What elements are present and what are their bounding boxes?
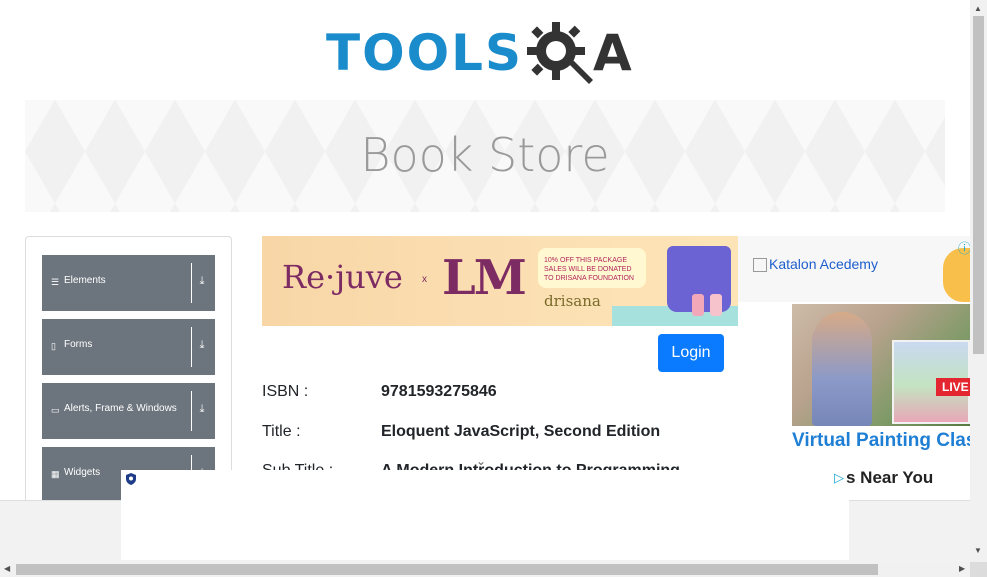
ad-brand: Re·juve (282, 258, 403, 296)
title-value: Eloquent JavaScript, Second Edition (381, 423, 661, 440)
sidebar-group-label: Alerts, Frame & Windows (64, 403, 177, 414)
painting-class-photo: LIVE (792, 304, 970, 426)
hamburger-icon: ☰ (51, 277, 60, 287)
ad-foundation: drisana (544, 292, 601, 310)
grid-icon: ▦ (51, 469, 60, 479)
isbn-label: ISBN : (262, 383, 309, 400)
divider (191, 263, 192, 303)
scroll-left-arrow-icon[interactable]: ◀ (4, 564, 10, 573)
divider (191, 391, 192, 431)
page-banner: Book Store (25, 100, 945, 212)
broken-image-icon (753, 258, 767, 273)
shield-icon[interactable] (124, 472, 138, 486)
katalon-ad[interactable]: Katalon Acedemy (738, 236, 970, 302)
chevron-down-icon[interactable]: ⌄ (476, 454, 486, 468)
sidebar-group-forms[interactable]: ▯ Forms ⤓ (42, 319, 215, 375)
window-icon: ▭ (51, 405, 60, 415)
bottom-ad-slot[interactable] (121, 470, 849, 560)
vertical-scroll-thumb[interactable] (973, 16, 984, 354)
ad-times: x (422, 274, 427, 285)
download-arrow-icon: ⤓ (199, 339, 205, 351)
ad-headline-continued: s Near You (846, 468, 934, 487)
adchoices-icon[interactable]: ▷ (834, 470, 844, 486)
ad-promo-text: 10% OFF THIS PACKAGE SALES WILL BE DONAT… (538, 248, 646, 288)
sidebar-group-label: Widgets (64, 467, 101, 478)
live-badge: LIVE (936, 378, 970, 396)
ad-bottle-image (692, 294, 704, 316)
scroll-right-arrow-icon[interactable]: ▶ (959, 564, 965, 573)
sidebar-group-alerts[interactable]: ▭ Alerts, Frame & Windows ⤓ (42, 383, 215, 439)
ad-bottle-image (710, 294, 722, 316)
download-arrow-icon: ⤓ (199, 275, 205, 287)
gear-magnifier-icon (527, 22, 593, 84)
ad-partner: LM (442, 250, 527, 306)
sidebar-group-label: Elements (64, 275, 106, 286)
page-title: Book Store (360, 128, 610, 182)
login-button[interactable]: Login (658, 334, 724, 372)
toolsqa-logo[interactable]: TOOLS A (326, 16, 632, 90)
sidebar-group-label: Forms (64, 339, 93, 350)
katalon-alt-text: Katalon Acedemy (769, 256, 878, 272)
scrollbar-corner (970, 562, 987, 577)
scroll-down-arrow-icon[interactable]: ▼ (974, 546, 982, 555)
sidebar-group-elements[interactable]: ☰ Elements ⤓ (42, 255, 215, 311)
rejuve-ad-banner[interactable]: Re·juve x LM 10% OFF THIS PACKAGE SALES … (262, 236, 738, 326)
ad-headline: Virtual Painting Clas (792, 430, 970, 451)
title-label: Title : (262, 423, 301, 440)
katalon-broken-image[interactable]: Katalon Acedemy (753, 256, 878, 273)
document-icon: ▯ (51, 341, 56, 351)
right-ad-panel[interactable]: Katalon Acedemy LIVE Virtual Painting Cl… (738, 236, 970, 476)
scroll-up-arrow-icon[interactable]: ▲ (974, 4, 982, 13)
download-arrow-icon: ⤓ (199, 403, 205, 415)
horizontal-scroll-thumb[interactable] (16, 564, 878, 575)
divider (191, 327, 192, 367)
isbn-value: 9781593275846 (381, 383, 497, 400)
person-image (812, 312, 872, 426)
logo-a-text: A (593, 24, 632, 82)
logo-tools-text: TOOLS (326, 24, 523, 82)
